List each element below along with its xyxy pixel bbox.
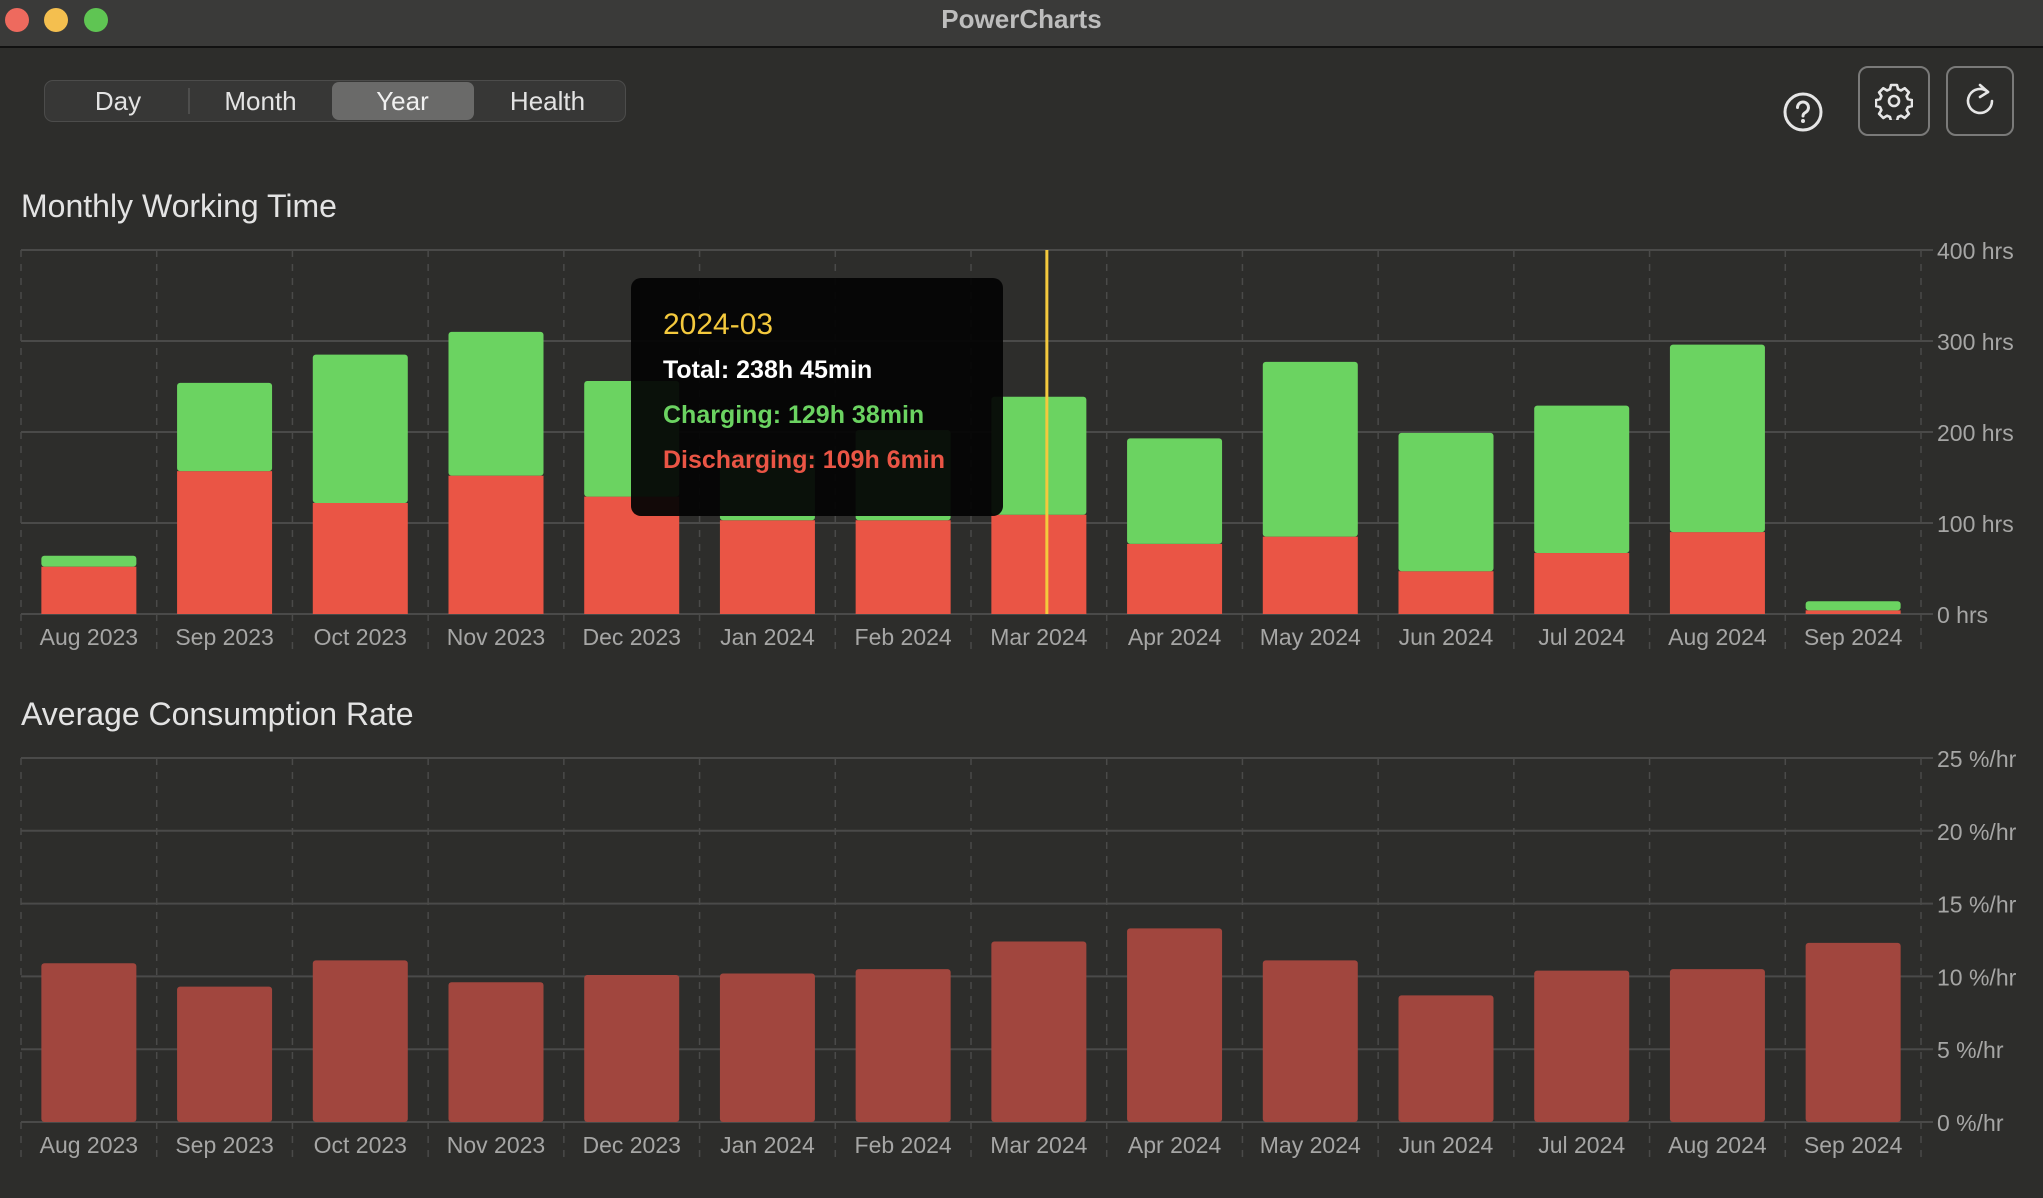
x-tick-label: Jun 2024 [1399,624,1494,650]
tooltip-discharging: Discharging: 109h 6min [663,446,946,474]
bar-charging [177,382,273,472]
x-tick-label: Sep 2024 [1804,1132,1903,1158]
bar-charging [1262,361,1358,537]
x-tick-label: May 2024 [1260,624,1361,650]
bar-consumption-rate [1398,995,1494,1122]
bar-discharging [1127,543,1223,614]
x-tick-label: Jul 2024 [1538,624,1625,650]
bar-consumption-rate [1127,928,1223,1122]
bar-consumption-rate [312,960,408,1122]
bar-charging [1805,601,1901,611]
bar-consumption-rate [1805,942,1901,1122]
y-tick-label: 400 hrs [1937,240,2014,264]
chart-tooltip: 2024-03 Total: 238h 45min Charging: 129h… [631,278,1003,516]
bar-discharging [1805,610,1901,614]
bar-consumption-rate [855,969,951,1122]
chart-title-consumption-rate: Average Consumption Rate [21,696,414,732]
bar-consumption-rate [448,982,544,1122]
x-tick-label: Nov 2023 [447,1132,545,1158]
bar-discharging [1669,532,1765,614]
x-tick-label: May 2024 [1260,1132,1361,1158]
bar-consumption-rate [719,973,815,1122]
tab-year[interactable]: Year [331,82,474,120]
bar-charging [41,555,137,567]
bar-consumption-rate [991,941,1087,1122]
bar-charging [448,331,544,476]
bar-consumption-rate [1669,969,1765,1122]
x-tick-label: Jun 2024 [1399,1132,1494,1158]
tooltip-date: 2024-03 [663,308,774,341]
bar-discharging [41,566,137,614]
y-tick-label: 15 %/hr [1937,892,2017,918]
tab-health[interactable]: Health [474,82,622,120]
refresh-icon [1966,83,1994,115]
x-tick-label: Aug 2023 [40,624,138,650]
bar-discharging [719,520,815,614]
y-tick-label: 0 hrs [1937,602,1988,628]
x-tick-label: Mar 2024 [990,1132,1087,1158]
tooltip-charging: Charging: 129h 38min [663,401,925,429]
x-tick-label: Feb 2024 [855,624,952,650]
x-tick-label: Jul 2024 [1538,1132,1625,1158]
working-time-chart[interactable]: 0 hrs 100 hrs 200 hrs 300 hrs 400 hrs Aug 202… [0,240,2043,660]
x-tick-label: Aug 2024 [1668,1132,1767,1158]
tab-day[interactable]: Day [48,82,188,120]
bar-consumption-rate [41,963,137,1122]
refresh-button[interactable] [1946,66,2014,136]
bar-discharging [855,520,951,614]
tab-month[interactable]: Month [190,82,332,120]
bar-consumption-rate [177,986,273,1122]
y-tick-label: 10 %/hr [1937,964,2017,990]
x-tick-label: Aug 2024 [1668,624,1767,650]
y-tick-label: 100 hrs [1937,511,2014,537]
bar-discharging [1534,553,1630,614]
period-segmented-control: Day Month Year Health [44,80,626,122]
x-tick-label: Sep 2023 [175,624,273,650]
x-tick-label: Apr 2024 [1128,1132,1222,1158]
chart-title-working-time: Monthly Working Time [21,188,337,224]
x-tick-label: Oct 2023 [314,1132,407,1158]
y-tick-label: 0 %/hr [1937,1110,2004,1136]
x-tick-label: Jan 2024 [720,1132,815,1158]
x-tick-label: Nov 2023 [447,624,545,650]
bar-discharging [991,514,1087,614]
x-tick-label: Dec 2023 [582,1132,680,1158]
question-circle-icon [1783,92,1823,132]
y-tick-label: 20 %/hr [1937,819,2017,845]
y-tick-label: 300 hrs [1937,329,2014,355]
bar-discharging [1262,536,1358,614]
bar-consumption-rate [584,974,680,1122]
settings-button[interactable] [1858,66,1930,136]
bar-charging [1127,438,1223,544]
tooltip-total: Total: 238h 45min [663,356,873,384]
window-title: PowerCharts [941,4,1102,34]
bar-discharging [1398,571,1494,614]
bar-discharging [448,475,544,614]
bar-charging [1669,344,1765,533]
title-bar: PowerCharts [0,0,2043,48]
help-button[interactable] [1783,92,1823,132]
bar-charging [991,396,1087,515]
bar-discharging [312,502,408,614]
bar-consumption-rate [1262,960,1358,1122]
bar-discharging [177,471,273,614]
y-tick-label: 25 %/hr [1937,746,2017,772]
bar-charging [1398,432,1494,572]
gear-icon [1875,83,1913,120]
x-tick-label: Mar 2024 [990,624,1087,650]
x-tick-label: Feb 2024 [855,1132,952,1158]
bar-charging [312,354,408,503]
bar-consumption-rate [1534,970,1630,1122]
y-tick-label: 200 hrs [1937,420,2014,446]
x-tick-label: Apr 2024 [1128,624,1222,650]
x-tick-label: Sep 2024 [1804,624,1903,650]
y-tick-label: 5 %/hr [1937,1037,2004,1063]
x-tick-label: Oct 2023 [314,624,407,650]
x-tick-label: Jan 2024 [720,624,815,650]
x-tick-label: Sep 2023 [175,1132,273,1158]
consumption-rate-chart[interactable]: 0 %/hr 5 %/hr 10 %/hr 15 %/hr 20 %/hr 25 %/hr… [0,745,2043,1165]
x-tick-label: Dec 2023 [582,624,680,650]
x-tick-label: Aug 2023 [40,1132,138,1158]
bar-charging [1534,405,1630,554]
